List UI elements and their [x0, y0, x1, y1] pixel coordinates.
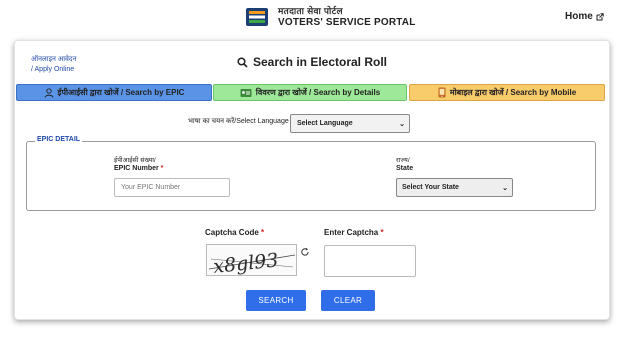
state-label: State: [396, 165, 414, 172]
portal-name-hindi: मतदाता सेवा पोर्टल: [278, 6, 343, 16]
captcha-graphic: x8gl93: [208, 249, 296, 276]
captcha-code-label: Captcha Code *: [205, 228, 264, 237]
epic-detail-section: EPIC DETAIL ईपीआईसी संख्या/ EPIC Number …: [26, 136, 596, 211]
captcha-input[interactable]: [324, 245, 416, 277]
epic-number-input[interactable]: Your EPIC Number: [114, 178, 230, 197]
captcha-image: x8gl93: [206, 244, 297, 276]
external-link-icon: [596, 12, 604, 20]
tab-details-label: विवरण द्वारा खोजें / Search by Details: [255, 88, 381, 97]
id-card-icon: [240, 88, 252, 97]
mobile-icon: [438, 87, 446, 98]
epic-number-label-text: EPIC Number: [114, 165, 159, 172]
state-label-hindi: राज्य/: [396, 157, 410, 164]
clear-button[interactable]: CLEAR: [321, 290, 375, 311]
tab-search-by-details[interactable]: विवरण द्वारा खोजें / Search by Details: [213, 84, 407, 101]
language-selected: Select Language: [297, 120, 353, 127]
captcha-text: x8gl93: [212, 249, 279, 276]
page-title: Search in Electoral Roll: [15, 55, 609, 69]
top-header: मतदाता सेवा पोर्टल VOTERS' SERVICE PORTA…: [0, 0, 620, 38]
epic-detail-legend: EPIC DETAIL: [35, 136, 83, 143]
tab-mobile-label: मोबाइल द्वारा खोजें / Search by Mobile: [449, 88, 577, 97]
language-select[interactable]: Select Language ⌄: [290, 114, 410, 133]
epic-number-label: EPIC Number *: [114, 165, 163, 172]
page-title-text: Search in Electoral Roll: [252, 55, 388, 69]
user-icon: [44, 87, 53, 98]
chevron-down-icon: ⌄: [502, 185, 508, 192]
epic-number-placeholder: Your EPIC Number: [121, 184, 181, 191]
search-card: ऑनलाइन आवेदन / Apply Online Search in El…: [14, 40, 610, 320]
language-label: भाषा का चयन करें/Select Language: [188, 118, 289, 125]
epic-number-label-hindi: ईपीआईसी संख्या/: [114, 157, 156, 164]
portal-name: VOTERS' SERVICE PORTAL: [278, 17, 416, 28]
eci-logo-icon: [246, 8, 268, 26]
home-label: Home: [565, 11, 593, 22]
tab-epic-label: ईपीआईसी द्वारा खोजें / Search by EPIC: [57, 88, 185, 97]
state-selected: Select Your State: [402, 184, 459, 191]
required-marker: *: [158, 165, 164, 172]
tab-search-by-mobile[interactable]: मोबाइल द्वारा खोजें / Search by Mobile: [409, 84, 605, 101]
enter-captcha-label-text: Enter Captcha: [324, 228, 379, 237]
enter-captcha-label: Enter Captcha *: [324, 228, 384, 237]
search-button[interactable]: SEARCH: [246, 290, 306, 311]
search-icon: [237, 56, 248, 68]
home-link[interactable]: Home: [565, 11, 604, 22]
chevron-down-icon: ⌄: [399, 121, 405, 128]
state-select[interactable]: Select Your State ⌄: [396, 178, 513, 197]
required-marker: *: [258, 228, 265, 237]
required-marker: *: [378, 228, 384, 237]
tab-search-by-epic[interactable]: ईपीआईसी द्वारा खोजें / Search by EPIC: [16, 84, 212, 101]
refresh-icon[interactable]: [300, 247, 310, 257]
captcha-code-label-text: Captcha Code: [205, 228, 259, 237]
